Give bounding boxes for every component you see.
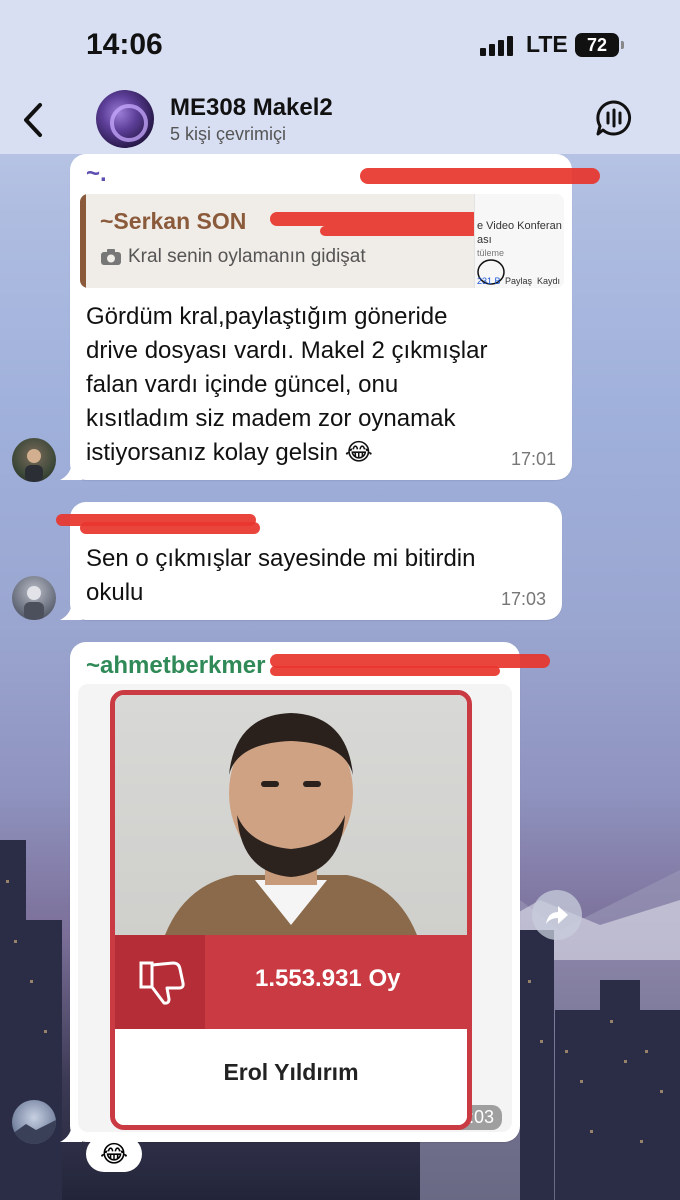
redaction xyxy=(270,212,480,226)
chevron-left-icon xyxy=(24,103,42,137)
sender-avatar[interactable] xyxy=(12,576,56,620)
message-line: Gördüm kral,paylaştığım göneride xyxy=(86,303,448,330)
thumbs-down-icon xyxy=(139,961,185,1005)
sender-avatar[interactable] xyxy=(12,438,56,482)
voice-chat-button[interactable] xyxy=(594,98,634,138)
chat-subtitle: 5 kişi çevrimiçi xyxy=(170,124,287,144)
reaction-emoji: 😂 xyxy=(99,1140,129,1168)
share-arrow-icon xyxy=(546,906,568,924)
thumb-line: ası xyxy=(477,234,492,246)
reply-sender-name: ~Serkan SON xyxy=(100,208,247,234)
message-time: 17:01 xyxy=(510,449,556,469)
back-button[interactable] xyxy=(18,98,48,142)
candidate-name-area: Erol Yıldırım xyxy=(115,1029,467,1125)
thumb-count: 231 B xyxy=(477,276,501,286)
thumb-share: Paylaş xyxy=(505,276,533,286)
message-line: okulu xyxy=(86,579,144,606)
message-bubble[interactable]: ~. ~Serkan SON Kral senin oylamanın gidi… xyxy=(60,154,600,480)
sender-name[interactable]: ~ahmetberkmer xyxy=(86,652,265,680)
message-text: Sen o çıkmışlar sayesinde mi bitirdin ok… xyxy=(86,542,556,610)
network-label: LTE xyxy=(526,31,568,57)
message-bubble[interactable]: Sen o çıkmışlar sayesinde mi bitirdin ok… xyxy=(56,502,562,620)
message-line: kısıtladım siz madem zor oynamak xyxy=(86,405,456,432)
reply-preview[interactable]: ~Serkan SON Kral senin oylamanın gidişat… xyxy=(80,194,564,288)
reply-snippet-text: Kral senin oylamanın gidişat xyxy=(128,246,366,267)
message-line: drive dosyası vardı. Makel 2 çıkmışlar xyxy=(86,337,488,364)
chat-header: ME308 Makel2 5 kişi çevrimiçi xyxy=(0,86,680,154)
status-bar: 14:06 LTE 72 xyxy=(0,0,680,86)
message-line: Sen o çıkmışlar sayesinde mi bitirdin xyxy=(86,545,476,572)
vote-card-image: 1.553.931 Oy Erol Yıldırım xyxy=(110,690,472,1130)
thumb-line: tüleme xyxy=(477,248,505,258)
battery-icon: 72 xyxy=(575,33,624,57)
group-avatar[interactable] xyxy=(96,90,154,148)
vote-count: 1.553.931 Oy xyxy=(255,965,401,992)
signal-icon xyxy=(480,34,513,56)
reaction-badge[interactable]: 😂 xyxy=(86,1136,142,1172)
message-time: 17:03 xyxy=(500,589,546,609)
status-time: 14:06 xyxy=(86,28,163,61)
vote-icon-area xyxy=(115,935,205,1029)
candidate-photo xyxy=(115,695,467,935)
message-text: Gördüm kral,paylaştığım göneride drive d… xyxy=(86,300,566,470)
redaction xyxy=(80,522,260,534)
battery-level: 72 xyxy=(586,34,608,55)
message-line: falan vardı içinde güncel, onu xyxy=(86,371,399,398)
redaction xyxy=(270,666,500,676)
sender-name[interactable]: ~. xyxy=(86,160,107,188)
camera-icon xyxy=(101,249,121,265)
vote-band: 1.553.931 Oy xyxy=(115,935,467,1029)
reply-bar xyxy=(80,194,86,288)
sender-avatar[interactable] xyxy=(12,1100,56,1144)
thumb-save: Kaydı xyxy=(537,276,561,286)
bubble-tail xyxy=(60,460,82,480)
message-line: istiyorsanız kolay gelsin 😂 xyxy=(86,439,373,466)
candidate-name: Erol Yıldırım xyxy=(223,1059,359,1085)
bubble-tail xyxy=(60,600,82,620)
voice-chat-icon xyxy=(596,100,632,136)
redaction xyxy=(360,168,600,184)
forward-button[interactable] xyxy=(532,890,582,940)
reply-thumbnail: e Video Konferan ası tüleme 231 B Paylaş… xyxy=(474,194,564,288)
thumb-title: e Video Konferan xyxy=(477,220,562,232)
chat-title[interactable]: ME308 Makel2 xyxy=(170,94,333,122)
reply-snippet: Kral senin oylamanın gidişat xyxy=(100,246,366,268)
redaction xyxy=(320,226,480,236)
